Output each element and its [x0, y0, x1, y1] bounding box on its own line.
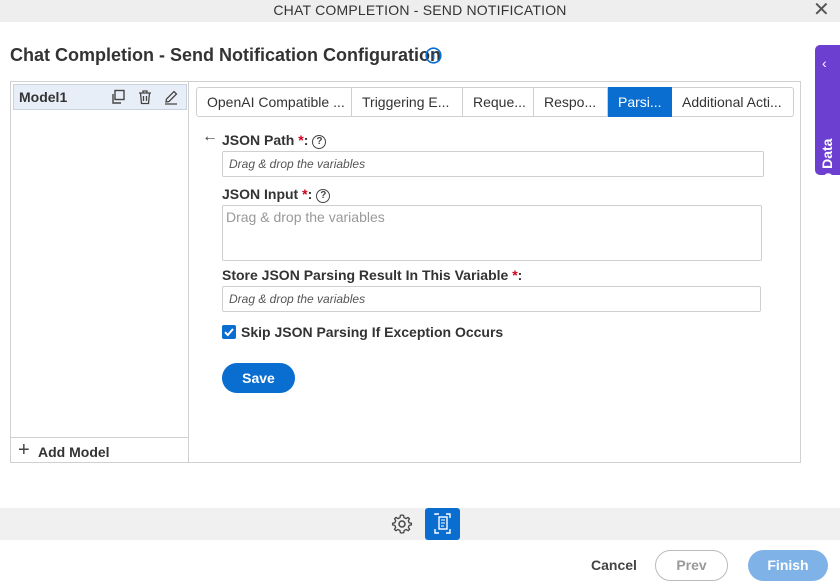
json-input-textarea[interactable]: Drag & drop the variables [222, 205, 762, 261]
json-path-placeholder: Drag & drop the variables [229, 157, 366, 171]
trash-icon[interactable] [137, 89, 153, 105]
footer-toolbar [0, 508, 840, 540]
json-input-label: JSON Input *:? [222, 186, 331, 203]
page-title: Chat Completion - Send Notification Conf… [10, 45, 441, 65]
tab-parsing[interactable]: Parsi... [608, 87, 672, 117]
document-mapper-icon [434, 513, 451, 534]
tab-request[interactable]: Reque... [463, 87, 534, 117]
store-result-placeholder: Drag & drop the variables [229, 292, 366, 306]
back-arrow-icon[interactable]: ← [202, 128, 218, 146]
copy-icon[interactable] [110, 89, 126, 105]
close-icon[interactable]: ✕ [813, 0, 830, 20]
prev-button[interactable]: Prev [655, 550, 728, 581]
gear-icon[interactable] [391, 513, 413, 535]
app-data-mapper-button[interactable] [425, 508, 460, 540]
tab-response[interactable]: Respo... [534, 87, 608, 117]
finish-button[interactable]: Finish [748, 550, 828, 581]
json-input-placeholder: Drag & drop the variables [226, 209, 385, 225]
help-icon[interactable]: ? [312, 135, 327, 149]
chevron-left-icon: ‹ [822, 55, 827, 71]
json-path-input[interactable]: Drag & drop the variables [222, 151, 764, 177]
store-result-label: Store JSON Parsing Result In This Variab… [222, 267, 523, 283]
plus-icon: + [18, 439, 30, 461]
cancel-button[interactable]: Cancel [591, 557, 637, 573]
tab-additional-actions[interactable]: Additional Acti... [672, 87, 794, 117]
model-list-item[interactable]: Model1 [13, 84, 187, 110]
model-list-panel [10, 81, 189, 463]
window-title: CHAT COMPLETION - SEND NOTIFICATION [273, 2, 567, 18]
add-model-button[interactable]: + Add Model [10, 437, 189, 463]
model-label: Model1 [19, 89, 68, 105]
help-icon[interactable]: ? [316, 189, 331, 203]
tab-bar: OpenAI Compatible ... Triggering E... Re… [196, 87, 794, 117]
skip-exception-label: Skip JSON Parsing If Exception Occurs [241, 324, 504, 340]
store-result-input[interactable]: Drag & drop the variables [222, 286, 761, 312]
app-data-tab[interactable]: ‹ App Data [815, 45, 840, 200]
info-icon[interactable] [425, 47, 442, 64]
checkmark-icon [224, 328, 234, 337]
add-model-label: Add Model [38, 444, 110, 460]
edit-icon[interactable] [163, 89, 179, 105]
save-button[interactable]: Save [222, 363, 295, 393]
app-data-label: App Data [819, 138, 835, 200]
skip-exception-checkbox[interactable] [222, 325, 236, 339]
tab-triggering-events[interactable]: Triggering E... [352, 87, 463, 117]
json-path-label: JSON Path *:? [222, 132, 327, 149]
window-titlebar: CHAT COMPLETION - SEND NOTIFICATION ✕ [0, 0, 840, 22]
tab-openai-compatible[interactable]: OpenAI Compatible ... [196, 87, 352, 117]
